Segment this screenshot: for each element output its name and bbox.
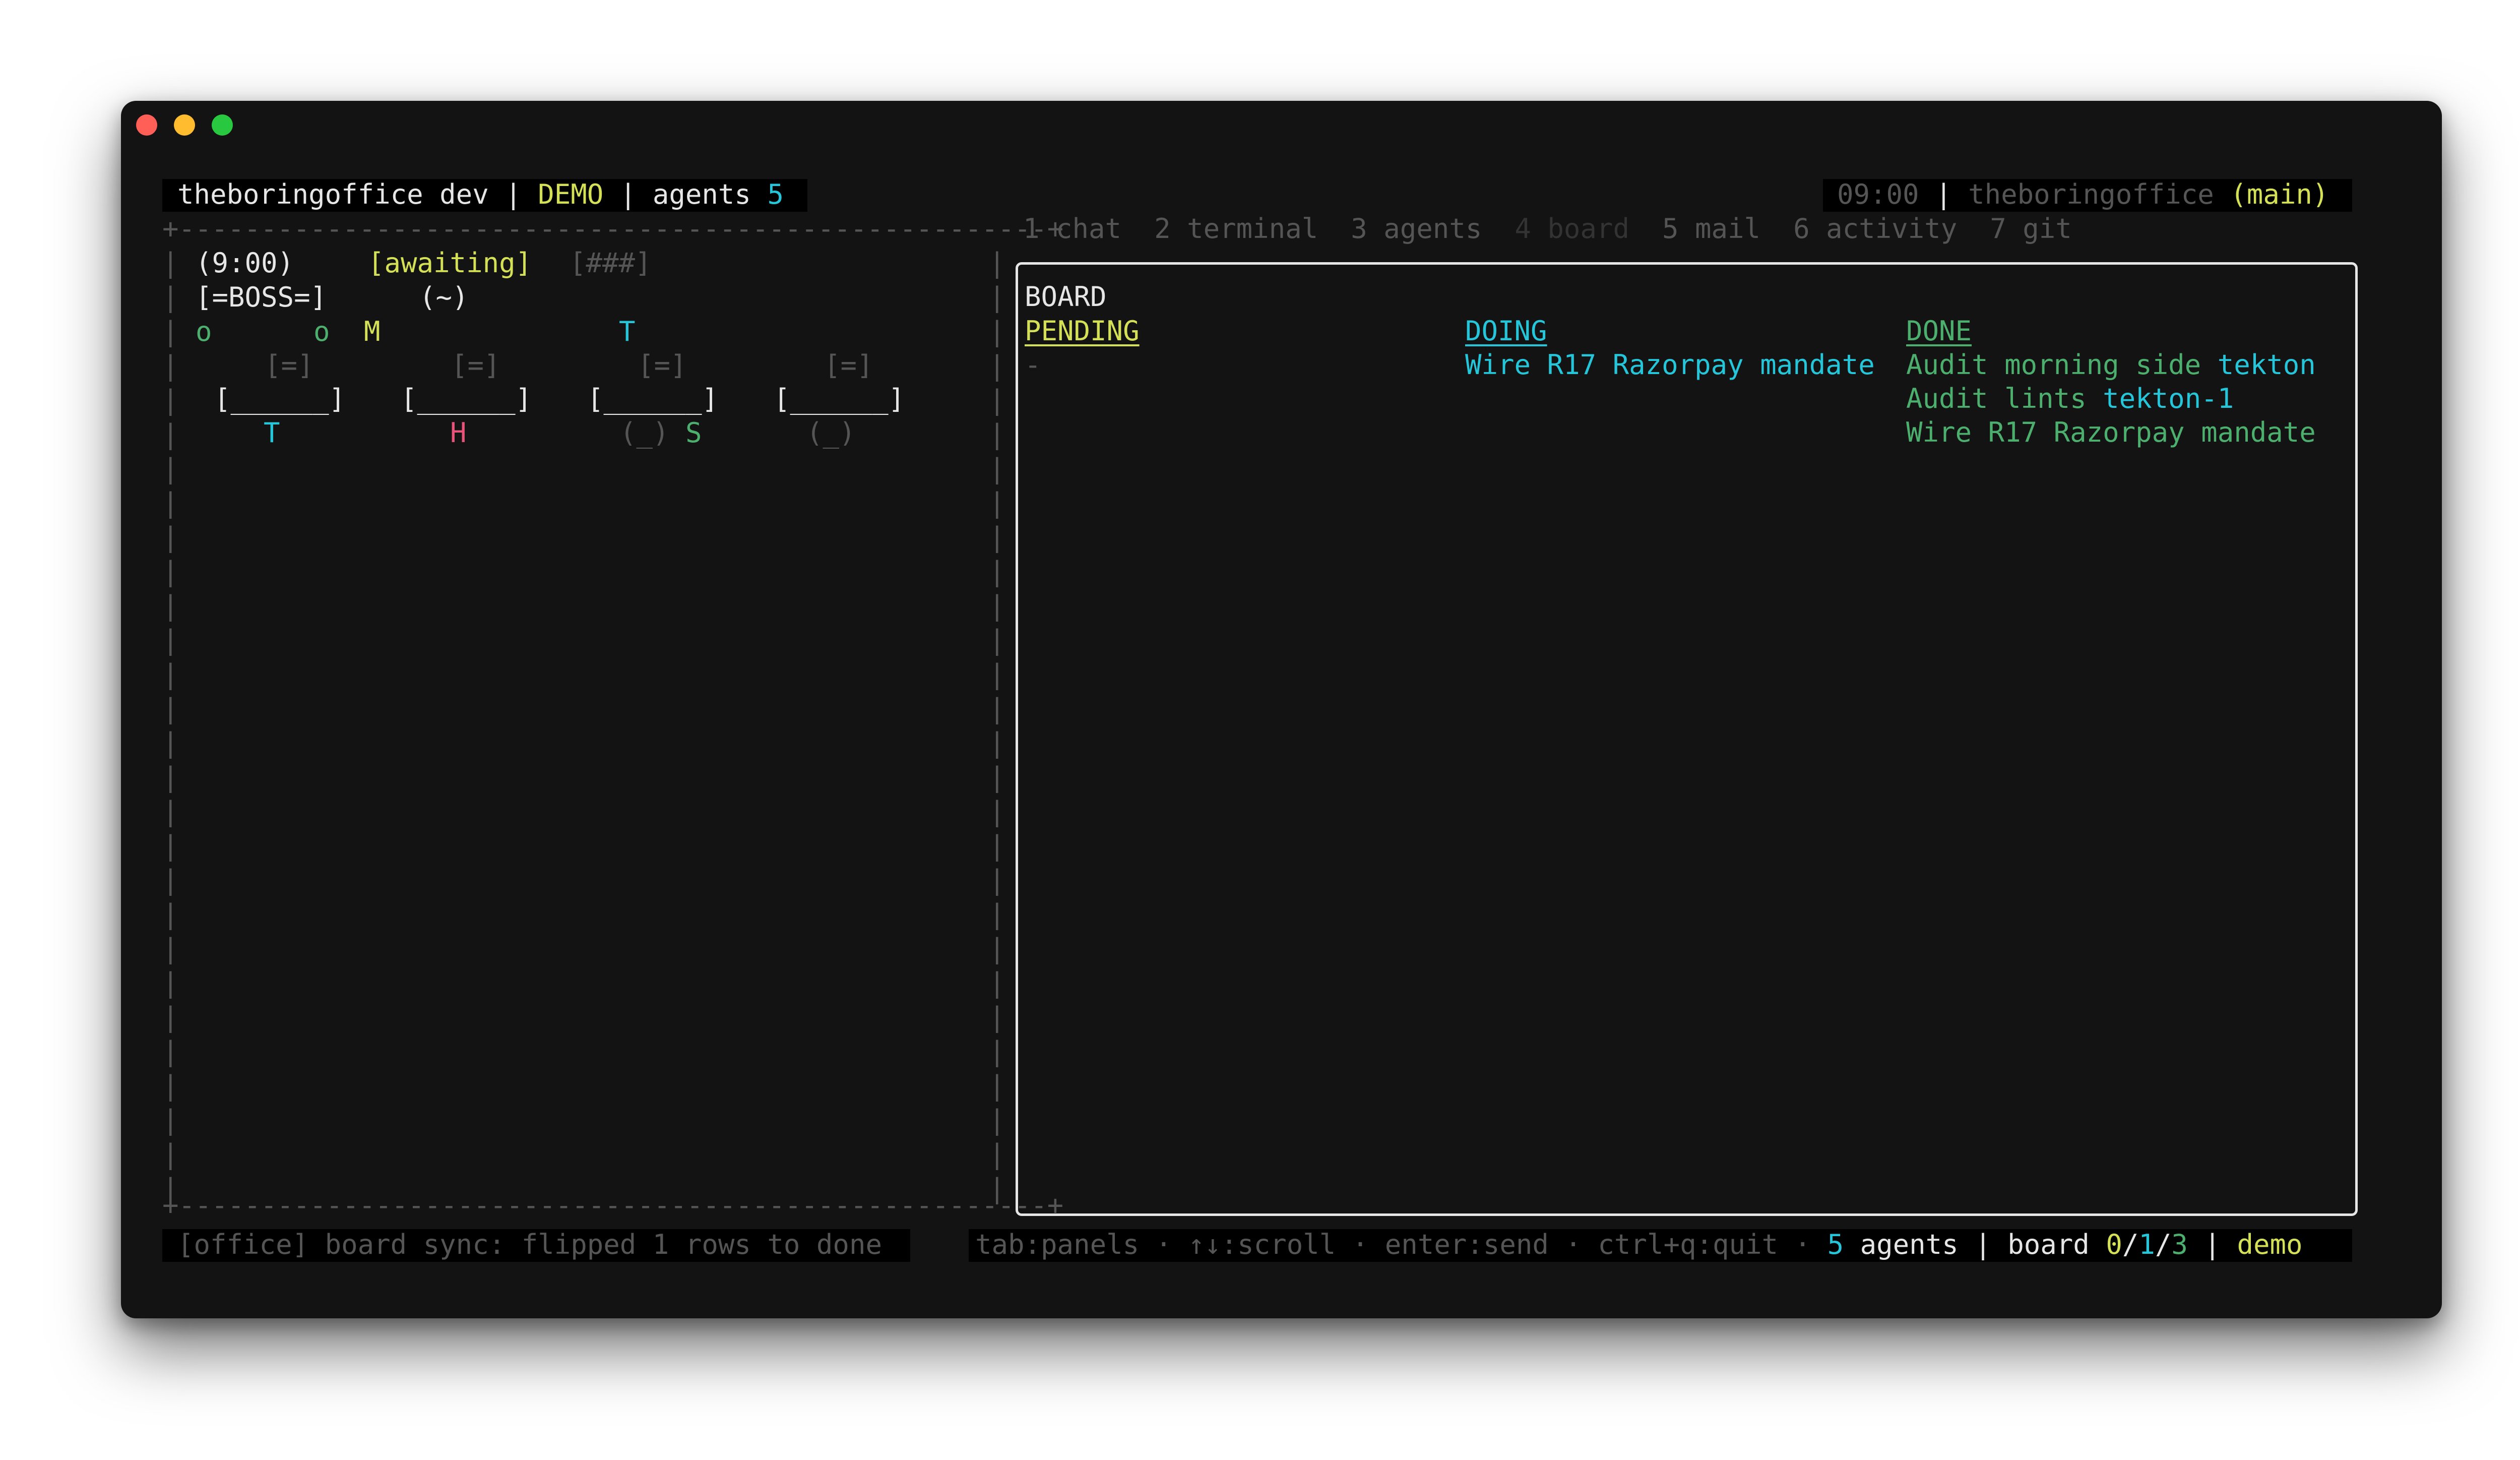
separator: / [2155, 1229, 2172, 1260]
minimize-window-icon[interactable] [174, 114, 195, 136]
tab-board[interactable]: 4 board [1515, 213, 1629, 245]
board-done-count: 3 [2171, 1229, 2188, 1260]
worker: T [264, 417, 280, 449]
monitor: [=] [451, 349, 500, 381]
terminal-window: theboringoffice dev | DEMO | agents 5 09… [121, 101, 2442, 1318]
desk: [______] [774, 383, 905, 415]
scene-clock: (9:00) [196, 247, 294, 279]
clock-time: 09:00 [1837, 178, 1919, 210]
separator: | [1935, 178, 1952, 210]
tab-terminal[interactable]: 2 terminal [1154, 213, 1318, 245]
done-header: DONE [1906, 315, 1972, 347]
agents-label: agents [652, 178, 751, 210]
status-message: [office] board sync: flipped 1 rows to d… [177, 1229, 882, 1260]
desk: [______] [401, 383, 532, 415]
branch-name: (main) [2230, 178, 2329, 210]
repo-name: theboringoffice [1968, 178, 2214, 210]
status-agents-count: 5 [1827, 1229, 1844, 1260]
separator: | [1975, 1229, 1991, 1260]
maximize-window-icon[interactable] [212, 114, 233, 136]
empty-chair: (_) [620, 417, 669, 449]
agent-tag: tekton-1 [2103, 383, 2234, 414]
pending-item: - [1025, 349, 1041, 381]
scene-progress: [###] [570, 247, 652, 279]
header-right: 09:00 | theboringoffice (main) [1837, 177, 2328, 212]
board-doing-count: 1 [2138, 1229, 2155, 1260]
done-item: Audit lints tekton-1 [1906, 382, 2234, 416]
tab-agents[interactable]: 3 agents [1351, 213, 1482, 245]
doing-header: DOING [1465, 315, 1547, 347]
monitor: [=] [265, 349, 314, 381]
board-pending-count: 0 [2106, 1229, 2122, 1260]
app-title: theboringoffice dev [177, 178, 489, 210]
floor-agent: T [619, 316, 636, 347]
done-item-text: Audit morning side [1906, 349, 2201, 381]
tab-activity[interactable]: 6 activity [1793, 213, 1957, 245]
boss-face: (~) [419, 281, 469, 313]
worker: H [450, 417, 467, 449]
agents-count: 5 [767, 178, 784, 210]
status-right: tab:panels · ↑↓:scroll · enter:send · ct… [975, 1228, 2302, 1262]
header-left: theboringoffice dev | DEMO | agents 5 [177, 177, 784, 212]
separator: / [2122, 1229, 2139, 1260]
left-pane-bottom-border: +---------------------------------------… [162, 1189, 1064, 1221]
tab-git[interactable]: 7 git [1990, 213, 2072, 245]
desk: [______] [214, 383, 346, 415]
done-item: Wire R17 Razorpay mandate [1906, 415, 2316, 450]
monitor: [=] [824, 349, 873, 381]
floor-agent: o [313, 316, 330, 347]
scene-status: [awaiting] [368, 247, 532, 279]
tab-bar: 1 chat 2 terminal 3 agents 4 board 5 mai… [1023, 212, 2072, 246]
left-pane-top-border: +---------------------------------------… [162, 213, 1064, 245]
desk: [______] [587, 383, 719, 415]
mode-badge: DEMO [538, 178, 604, 210]
done-item-text: Audit lints [1906, 383, 2087, 414]
boss-desk: [=BOSS=] [196, 281, 327, 313]
tab-mail[interactable]: 5 mail [1662, 213, 1760, 245]
close-window-icon[interactable] [136, 114, 157, 136]
left-pane-right-border: | | | | | | | | | | | | | | | | | | | | … [989, 247, 1005, 1204]
separator: | [505, 178, 522, 210]
agent-tag: tekton [2217, 349, 2316, 381]
done-item-text: Wire R17 Razorpay mandate [1906, 416, 2316, 448]
board-title: BOARD [1025, 281, 1107, 313]
floor-agent: M [364, 316, 381, 347]
tab-chat[interactable]: 1 chat [1023, 213, 1121, 245]
status-board-label: board [2007, 1229, 2090, 1260]
separator: | [2204, 1229, 2221, 1260]
worker: S [685, 417, 702, 449]
empty-chair: (_) [806, 417, 856, 449]
status-agents-label: agents [1860, 1229, 1959, 1260]
doing-item: Wire R17 Razorpay mandate [1465, 349, 1875, 381]
floor-agent: o [196, 316, 212, 347]
done-item: Audit morning side tekton [1906, 348, 2316, 382]
pending-header: PENDING [1025, 315, 1140, 347]
monitor: [=] [638, 349, 687, 381]
status-mode: demo [2237, 1229, 2303, 1260]
separator: | [619, 178, 637, 210]
left-pane-left-border: | | | | | | | | | | | | | | | | | | | | … [162, 247, 179, 1204]
keybinding-hints: tab:panels · ↑↓:scroll · enter:send · ct… [975, 1229, 1811, 1260]
